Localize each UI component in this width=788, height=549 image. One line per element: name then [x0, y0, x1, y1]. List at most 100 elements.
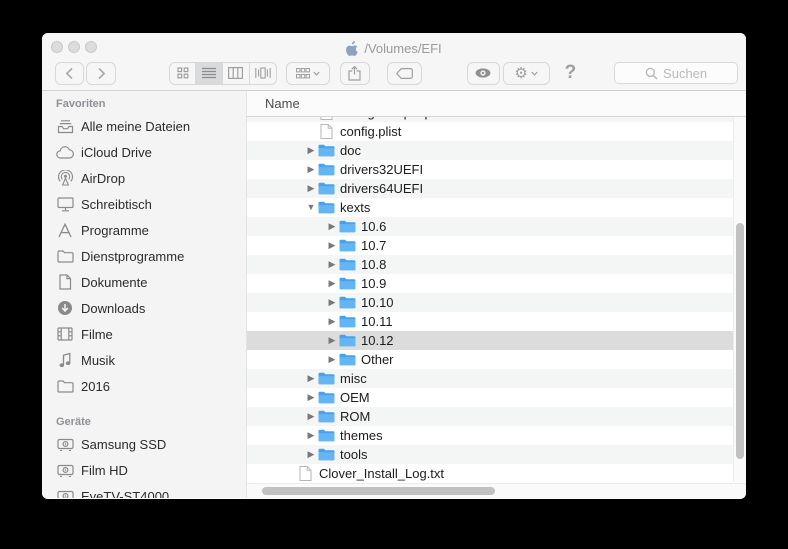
- sidebar-item-label: Programme: [81, 222, 149, 238]
- disclosure-triangle[interactable]: ▶: [325, 336, 339, 345]
- folder-icon: [339, 238, 356, 254]
- file-row[interactable]: config.plist: [247, 122, 746, 141]
- share-button[interactable]: [340, 61, 370, 85]
- disclosure-triangle[interactable]: ▶: [325, 260, 339, 269]
- search-field[interactable]: Suchen: [614, 62, 738, 84]
- sidebar-item-schreibtisch[interactable]: Schreibtisch: [42, 191, 246, 217]
- file-row[interactable]: ▶ themes: [247, 426, 746, 445]
- drive-icon: [56, 435, 74, 453]
- music-icon: [56, 351, 74, 369]
- icon-view-button[interactable]: [170, 62, 197, 84]
- applications-icon: [56, 221, 74, 239]
- sidebar-item-icloud-drive[interactable]: iCloud Drive: [42, 139, 246, 165]
- chevron-right-icon: [98, 67, 106, 79]
- file-row[interactable]: ▶ doc: [247, 141, 746, 160]
- forward-button[interactable]: [86, 61, 116, 85]
- file-name: 10.7: [361, 238, 387, 253]
- file-name: 10.9: [361, 276, 387, 291]
- file-list-rows: config-sample.plist config.plist ▶ doc ▶…: [247, 117, 746, 483]
- sidebar-item-dokumente[interactable]: Dokumente: [42, 269, 246, 295]
- file-row[interactable]: Clover_Install_Log.txt: [247, 464, 746, 483]
- vertical-scrollbar-thumb[interactable]: [736, 223, 744, 459]
- disclosure-triangle[interactable]: ▶: [304, 184, 318, 193]
- file-row[interactable]: ▶ drivers32UEFI: [247, 160, 746, 179]
- sidebar-item-alle-meine-dateien[interactable]: Alle meine Dateien: [42, 113, 246, 139]
- file-name: config.plist: [340, 124, 402, 139]
- sidebar-item-film-hd[interactable]: Film HD: [42, 457, 246, 483]
- disclosure-triangle[interactable]: ▶: [304, 431, 318, 440]
- tag-button[interactable]: [386, 61, 423, 85]
- drive-icon: [56, 487, 74, 498]
- sidebar-item-airdrop[interactable]: AirDrop: [42, 165, 246, 191]
- disclosure-triangle[interactable]: ▶: [304, 393, 318, 402]
- file-row[interactable]: ▶ 10.6: [247, 217, 746, 236]
- file-name: Clover_Install_Log.txt: [319, 466, 445, 481]
- file-row[interactable]: ▶ ROM: [247, 407, 746, 426]
- file-row[interactable]: ▶ 10.7: [247, 236, 746, 255]
- folder-icon: [339, 219, 356, 235]
- disclosure-triangle[interactable]: ▶: [304, 412, 318, 421]
- file-row[interactable]: ▶ 10.11: [247, 312, 746, 331]
- disclosure-triangle[interactable]: ▶: [325, 298, 339, 307]
- file-row[interactable]: ▶ misc: [247, 369, 746, 388]
- view-switcher: [168, 61, 277, 85]
- sidebar-item-filme[interactable]: Filme: [42, 321, 246, 347]
- sidebar-item-2016[interactable]: 2016: [42, 373, 246, 399]
- disclosure-triangle[interactable]: ▶: [325, 317, 339, 326]
- file-name: config-sample.plist: [340, 117, 448, 120]
- file-row[interactable]: ▶ 10.12: [247, 331, 746, 350]
- sidebar-item-label: Samsung SSD: [81, 436, 167, 452]
- file-row[interactable]: ▼ kexts: [247, 198, 746, 217]
- column-header-name[interactable]: Name: [247, 91, 746, 117]
- titlebar[interactable]: /Volumes/EFI: [42, 33, 746, 60]
- disclosure-triangle[interactable]: ▼: [304, 203, 318, 212]
- disclosure-triangle[interactable]: ▶: [304, 165, 318, 174]
- disclosure-triangle[interactable]: ▶: [304, 146, 318, 155]
- file-row[interactable]: ▶ 10.10: [247, 293, 746, 312]
- action-button[interactable]: ⚙: [502, 61, 550, 85]
- file-row[interactable]: ▶ 10.8: [247, 255, 746, 274]
- sidebar-item-samsung-ssd[interactable]: Samsung SSD: [42, 431, 246, 457]
- minimize-button[interactable]: [68, 41, 80, 53]
- zoom-button[interactable]: [85, 41, 97, 53]
- sidebar-item-musik[interactable]: Musik: [42, 347, 246, 373]
- search-icon: [645, 67, 658, 79]
- download-icon: [56, 299, 74, 317]
- folder-icon: [318, 371, 335, 387]
- disclosure-triangle[interactable]: ▶: [304, 450, 318, 459]
- back-button[interactable]: [55, 61, 85, 85]
- chevron-left-icon: [65, 67, 73, 79]
- vertical-scrollbar[interactable]: [733, 117, 746, 482]
- disclosure-triangle[interactable]: ▶: [325, 222, 339, 231]
- column-view-button[interactable]: [223, 62, 250, 84]
- file-row[interactable]: ▶ drivers64UEFI: [247, 179, 746, 198]
- sidebar-item-programme[interactable]: Programme: [42, 217, 246, 243]
- sidebar-item-downloads[interactable]: Downloads: [42, 295, 246, 321]
- arrange-icon: [296, 67, 311, 78]
- close-button[interactable]: [51, 41, 63, 53]
- disclosure-triangle[interactable]: ▶: [325, 279, 339, 288]
- file-row[interactable]: ▶ tools: [247, 445, 746, 464]
- arrange-button[interactable]: [286, 61, 331, 85]
- folder-icon: [339, 352, 356, 368]
- file-name: 10.12: [361, 333, 394, 348]
- help-button[interactable]: ?: [559, 62, 583, 85]
- list-view-button[interactable]: [196, 62, 223, 84]
- sidebar-item-dienstprogramme[interactable]: Dienstprogramme: [42, 243, 246, 269]
- horizontal-scrollbar-thumb[interactable]: [262, 487, 495, 495]
- disclosure-triangle[interactable]: ▶: [304, 374, 318, 383]
- desktop-icon: [56, 195, 74, 213]
- file-row[interactable]: ▶ Other: [247, 350, 746, 369]
- folder-icon: [318, 143, 335, 159]
- horizontal-scrollbar[interactable]: [247, 483, 746, 498]
- disclosure-triangle[interactable]: ▶: [325, 355, 339, 364]
- quick-look-button[interactable]: [467, 61, 500, 85]
- toolbar: ⚙ ? Suchen: [42, 60, 746, 90]
- disclosure-triangle[interactable]: ▶: [325, 241, 339, 250]
- sidebar-item-eyetv-st4000[interactable]: EyeTV-ST4000: [42, 483, 246, 498]
- file-row[interactable]: ▶ 10.9: [247, 274, 746, 293]
- tag-icon: [395, 67, 413, 79]
- file-name: tools: [340, 447, 368, 462]
- file-row[interactable]: ▶ OEM: [247, 388, 746, 407]
- coverflow-view-button[interactable]: [250, 63, 276, 84]
